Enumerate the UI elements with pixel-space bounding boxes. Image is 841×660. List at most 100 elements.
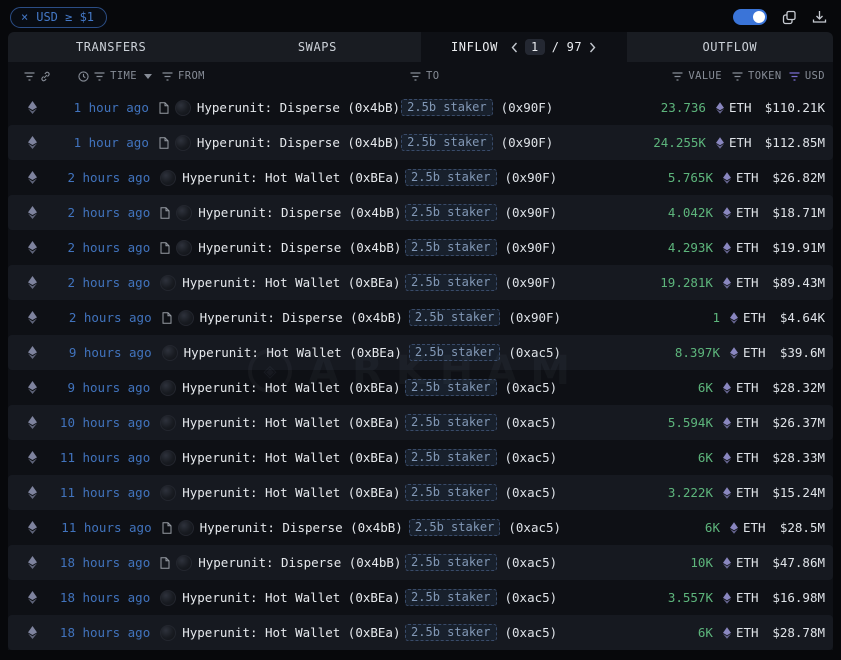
to-address[interactable]: (0x90F) [505, 240, 558, 255]
tx-time[interactable]: 2 hours ago [50, 170, 151, 185]
to-entity-tag[interactable]: 2.5b staker [405, 239, 496, 256]
table-row[interactable]: 9 hours ago Hyperunit: Hot Wallet (0xBEa… [8, 370, 833, 405]
from-entity[interactable]: Hyperunit: Hot Wallet (0xBEa) [182, 485, 400, 500]
from-entity[interactable]: Hyperunit: Hot Wallet (0xBEa) [182, 380, 400, 395]
from-entity[interactable]: Hyperunit: Disperse (0x4bB) [198, 240, 401, 255]
to-address[interactable]: (0x90F) [505, 205, 558, 220]
from-entity[interactable]: Hyperunit: Disperse (0x4bB) [198, 555, 401, 570]
table-row[interactable]: 18 hours ago Hyperunit: Hot Wallet (0xBE… [8, 615, 833, 650]
to-entity-tag[interactable]: 2.5b staker [409, 519, 500, 536]
table-row[interactable]: 18 hours ago Hyperunit: Disperse (0x4bB)… [8, 545, 833, 580]
to-filter-icon[interactable] [410, 72, 421, 81]
table-row[interactable]: 9 hours ago Hyperunit: Hot Wallet (0xBEa… [8, 335, 833, 370]
tx-time[interactable]: 18 hours ago [50, 625, 151, 640]
table-row[interactable]: 1 hour ago Hyperunit: Disperse (0x4bB) 2… [8, 125, 833, 160]
table-row[interactable]: 11 hours ago Hyperunit: Disperse (0x4bB)… [8, 510, 833, 545]
to-entity-tag[interactable]: 2.5b staker [405, 589, 496, 606]
to-address[interactable]: (0x90F) [501, 135, 554, 150]
tx-time[interactable]: 11 hours ago [50, 485, 151, 500]
table-row[interactable]: 2 hours ago Hyperunit: Hot Wallet (0xBEa… [8, 160, 833, 195]
col-from[interactable]: FROM [178, 70, 205, 82]
tx-time[interactable]: 10 hours ago [50, 415, 151, 430]
to-address[interactable]: (0xac5) [508, 520, 561, 535]
token-filter-icon[interactable] [732, 72, 743, 81]
usd-toggle[interactable] [733, 9, 767, 25]
tx-time[interactable]: 11 hours ago [50, 520, 152, 535]
col-usd[interactable]: USD [805, 70, 825, 82]
usd-filter-icon[interactable] [789, 72, 800, 81]
to-entity-tag[interactable]: 2.5b staker [405, 624, 496, 641]
tx-time[interactable]: 2 hours ago [50, 275, 151, 290]
from-entity[interactable]: Hyperunit: Hot Wallet (0xBEa) [182, 625, 400, 640]
to-entity-tag[interactable]: 2.5b staker [401, 99, 492, 116]
from-entity[interactable]: Hyperunit: Hot Wallet (0xBEa) [182, 450, 400, 465]
from-entity[interactable]: Hyperunit: Disperse (0x4bB) [200, 310, 403, 325]
to-address[interactable]: (0xac5) [505, 555, 558, 570]
to-entity-tag[interactable]: 2.5b staker [401, 134, 492, 151]
from-entity[interactable]: Hyperunit: Disperse (0x4bB) [200, 520, 403, 535]
table-row[interactable]: 2 hours ago Hyperunit: Disperse (0x4bB) … [8, 195, 833, 230]
from-entity[interactable]: Hyperunit: Disperse (0x4bB) [197, 135, 400, 150]
table-row[interactable]: 18 hours ago Hyperunit: Hot Wallet (0xBE… [8, 580, 833, 615]
from-entity[interactable]: Hyperunit: Disperse (0x4bB) [197, 100, 400, 115]
table-row[interactable]: 2 hours ago Hyperunit: Disperse (0x4bB) … [8, 230, 833, 265]
tx-time[interactable]: 11 hours ago [50, 450, 151, 465]
to-entity-tag[interactable]: 2.5b staker [405, 204, 496, 221]
to-address[interactable]: (0xac5) [505, 625, 558, 640]
to-address[interactable]: (0x90F) [505, 170, 558, 185]
sort-caret-icon[interactable] [144, 74, 152, 79]
table-row[interactable]: 11 hours ago Hyperunit: Hot Wallet (0xBE… [8, 475, 833, 510]
tx-time[interactable]: 18 hours ago [50, 590, 151, 605]
to-address[interactable]: (0xac5) [505, 485, 558, 500]
table-row[interactable]: 10 hours ago Hyperunit: Hot Wallet (0xBE… [8, 405, 833, 440]
to-address[interactable]: (0xac5) [508, 345, 561, 360]
from-entity[interactable]: Hyperunit: Hot Wallet (0xBEa) [182, 275, 400, 290]
chain-filter-icon[interactable] [24, 72, 35, 81]
from-entity[interactable]: Hyperunit: Hot Wallet (0xBEa) [182, 170, 400, 185]
from-filter-icon[interactable] [162, 72, 173, 81]
usd-filter-chip[interactable]: × USD ≥ $1 [10, 7, 107, 28]
from-entity[interactable]: Hyperunit: Hot Wallet (0xBEa) [184, 345, 402, 360]
tx-time[interactable]: 2 hours ago [50, 310, 152, 325]
to-address[interactable]: (0xac5) [505, 415, 558, 430]
to-entity-tag[interactable]: 2.5b staker [405, 414, 496, 431]
to-address[interactable]: (0x90F) [501, 100, 554, 115]
col-token[interactable]: TOKEN [748, 70, 782, 82]
to-address[interactable]: (0xac5) [505, 380, 558, 395]
col-time[interactable]: TIME [110, 70, 137, 82]
table-row[interactable]: 2 hours ago Hyperunit: Disperse (0x4bB) … [8, 300, 833, 335]
to-address[interactable]: (0xac5) [505, 450, 558, 465]
download-icon[interactable] [812, 10, 827, 24]
time-filter-icon[interactable] [94, 72, 105, 81]
clock-icon[interactable] [78, 71, 89, 82]
col-value[interactable]: VALUE [688, 70, 722, 82]
tx-time[interactable]: 1 hour ago [49, 135, 149, 150]
to-entity-tag[interactable]: 2.5b staker [405, 449, 496, 466]
table-row[interactable]: 2 hours ago Hyperunit: Hot Wallet (0xBEa… [8, 265, 833, 300]
tab-inflow[interactable]: INFLOW 1 / 97 [421, 32, 627, 62]
to-entity-tag[interactable]: 2.5b staker [405, 484, 496, 501]
col-to[interactable]: TO [426, 70, 439, 82]
tab-swaps[interactable]: SWAPS [214, 32, 420, 62]
tx-time[interactable]: 9 hours ago [50, 380, 151, 395]
to-address[interactable]: (0xac5) [505, 590, 558, 605]
prev-page-icon[interactable] [511, 42, 518, 53]
tab-outflow[interactable]: OUTFLOW [627, 32, 833, 62]
tab-transfers[interactable]: TRANSFERS [8, 32, 214, 62]
tx-time[interactable]: 2 hours ago [50, 240, 151, 255]
to-entity-tag[interactable]: 2.5b staker [405, 554, 496, 571]
copy-icon[interactable] [782, 10, 797, 25]
to-entity-tag[interactable]: 2.5b staker [409, 309, 500, 326]
table-row[interactable]: 1 hour ago Hyperunit: Disperse (0x4bB) 2… [8, 90, 833, 125]
next-page-icon[interactable] [589, 42, 596, 53]
to-address[interactable]: (0x90F) [505, 275, 558, 290]
tx-time[interactable]: 1 hour ago [49, 100, 149, 115]
to-entity-tag[interactable]: 2.5b staker [405, 379, 496, 396]
tx-time[interactable]: 9 hours ago [50, 345, 152, 360]
remove-filter-icon[interactable]: × [21, 11, 28, 23]
from-entity[interactable]: Hyperunit: Hot Wallet (0xBEa) [182, 590, 400, 605]
from-entity[interactable]: Hyperunit: Hot Wallet (0xBEa) [182, 415, 400, 430]
from-entity[interactable]: Hyperunit: Disperse (0x4bB) [198, 205, 401, 220]
to-address[interactable]: (0x90F) [508, 310, 561, 325]
table-row[interactable]: 11 hours ago Hyperunit: Hot Wallet (0xBE… [8, 440, 833, 475]
